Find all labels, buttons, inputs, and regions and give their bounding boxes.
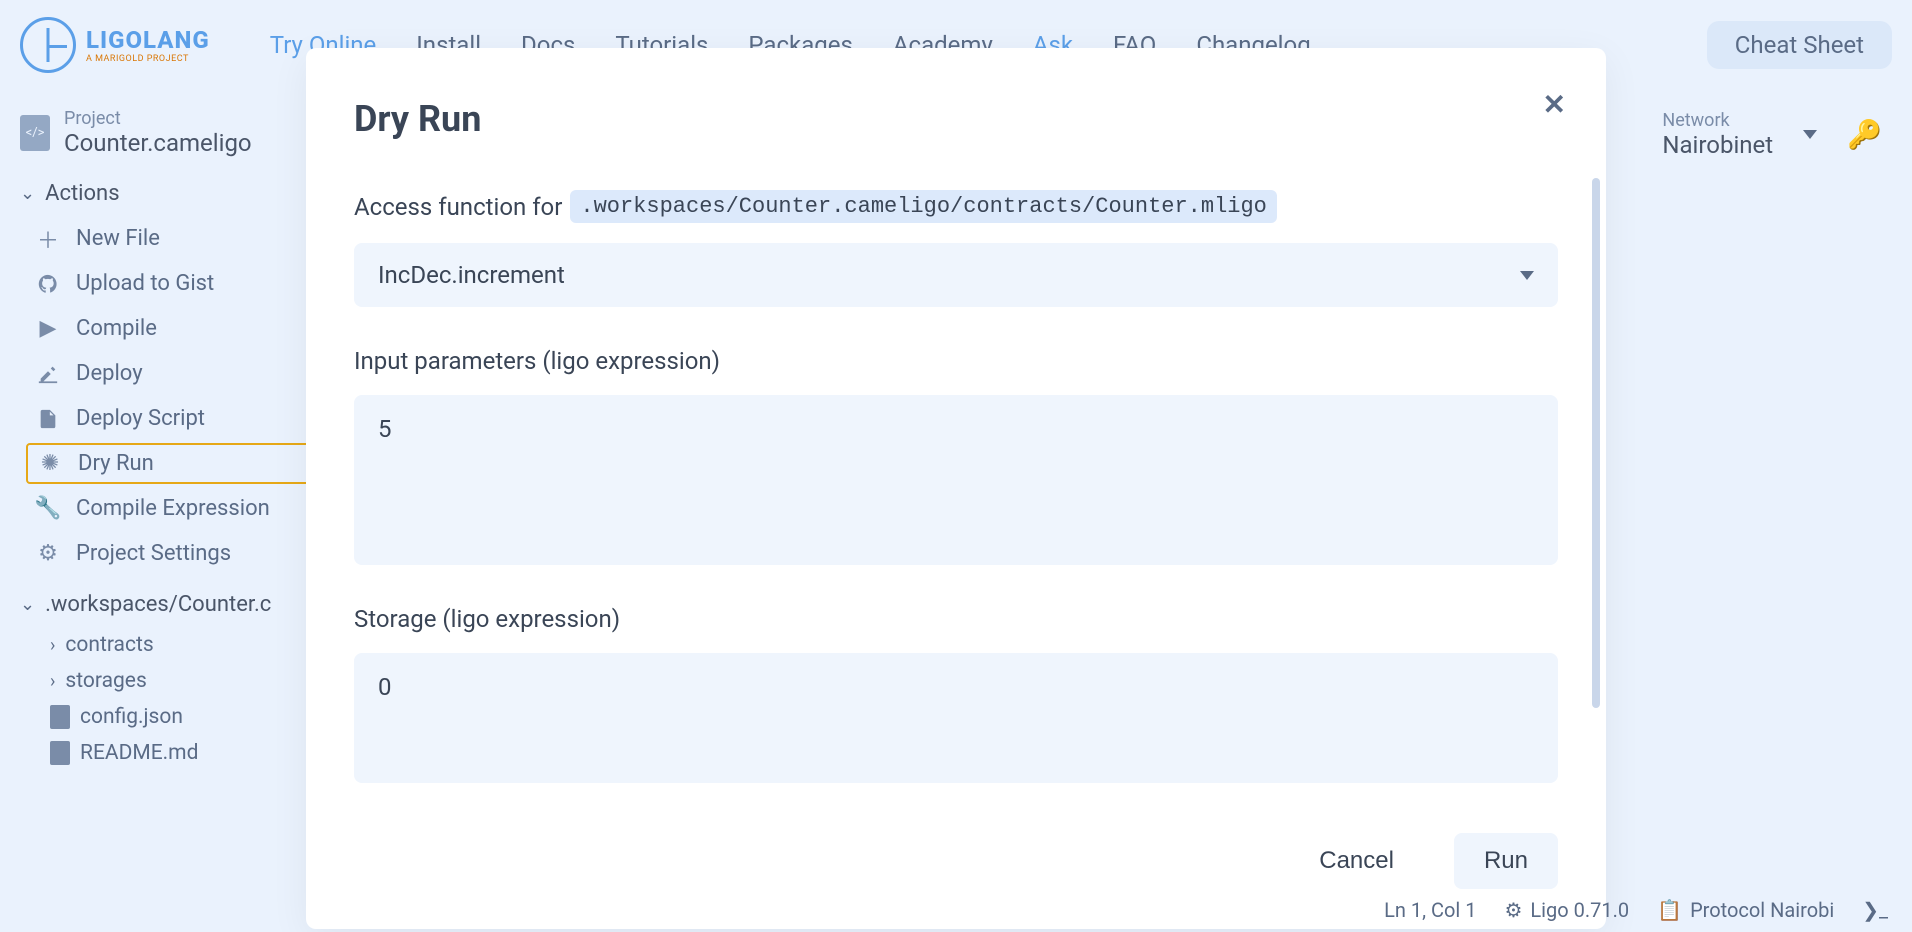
status-bar: Ln 1, Col 1 ⚙ Ligo 0.71.0 📋 Protocol Nai…	[0, 888, 1912, 932]
cancel-button[interactable]: Cancel	[1289, 833, 1424, 889]
clipboard-icon: 📋	[1657, 898, 1682, 922]
function-select-value: IncDec.increment	[378, 261, 565, 289]
ligo-version[interactable]: ⚙ Ligo 0.71.0	[1504, 898, 1629, 922]
terminal-icon[interactable]: ❯_	[1862, 898, 1888, 922]
input-params-textarea[interactable]	[354, 395, 1558, 565]
storage-label: Storage (ligo expression)	[354, 605, 1558, 633]
access-function-label: Access function for .workspaces/Counter.…	[354, 190, 1558, 223]
run-button[interactable]: Run	[1454, 833, 1558, 889]
modal-title: Dry Run	[354, 98, 1558, 140]
access-path: .workspaces/Counter.cameligo/contracts/C…	[570, 190, 1277, 223]
storage-textarea[interactable]	[354, 653, 1558, 783]
function-select[interactable]: IncDec.increment	[354, 243, 1558, 307]
gear-icon: ⚙	[1504, 898, 1522, 922]
input-params-label: Input parameters (ligo expression)	[354, 347, 1558, 375]
cursor-position: Ln 1, Col 1	[1384, 898, 1476, 922]
modal-scrollbar[interactable]	[1592, 178, 1600, 708]
protocol[interactable]: 📋 Protocol Nairobi	[1657, 898, 1834, 922]
dropdown-icon	[1520, 271, 1534, 280]
dry-run-modal: ✕ Dry Run Access function for .workspace…	[306, 48, 1606, 929]
close-icon[interactable]: ✕	[1543, 88, 1566, 121]
modal-overlay: ✕ Dry Run Access function for .workspace…	[0, 0, 1912, 932]
